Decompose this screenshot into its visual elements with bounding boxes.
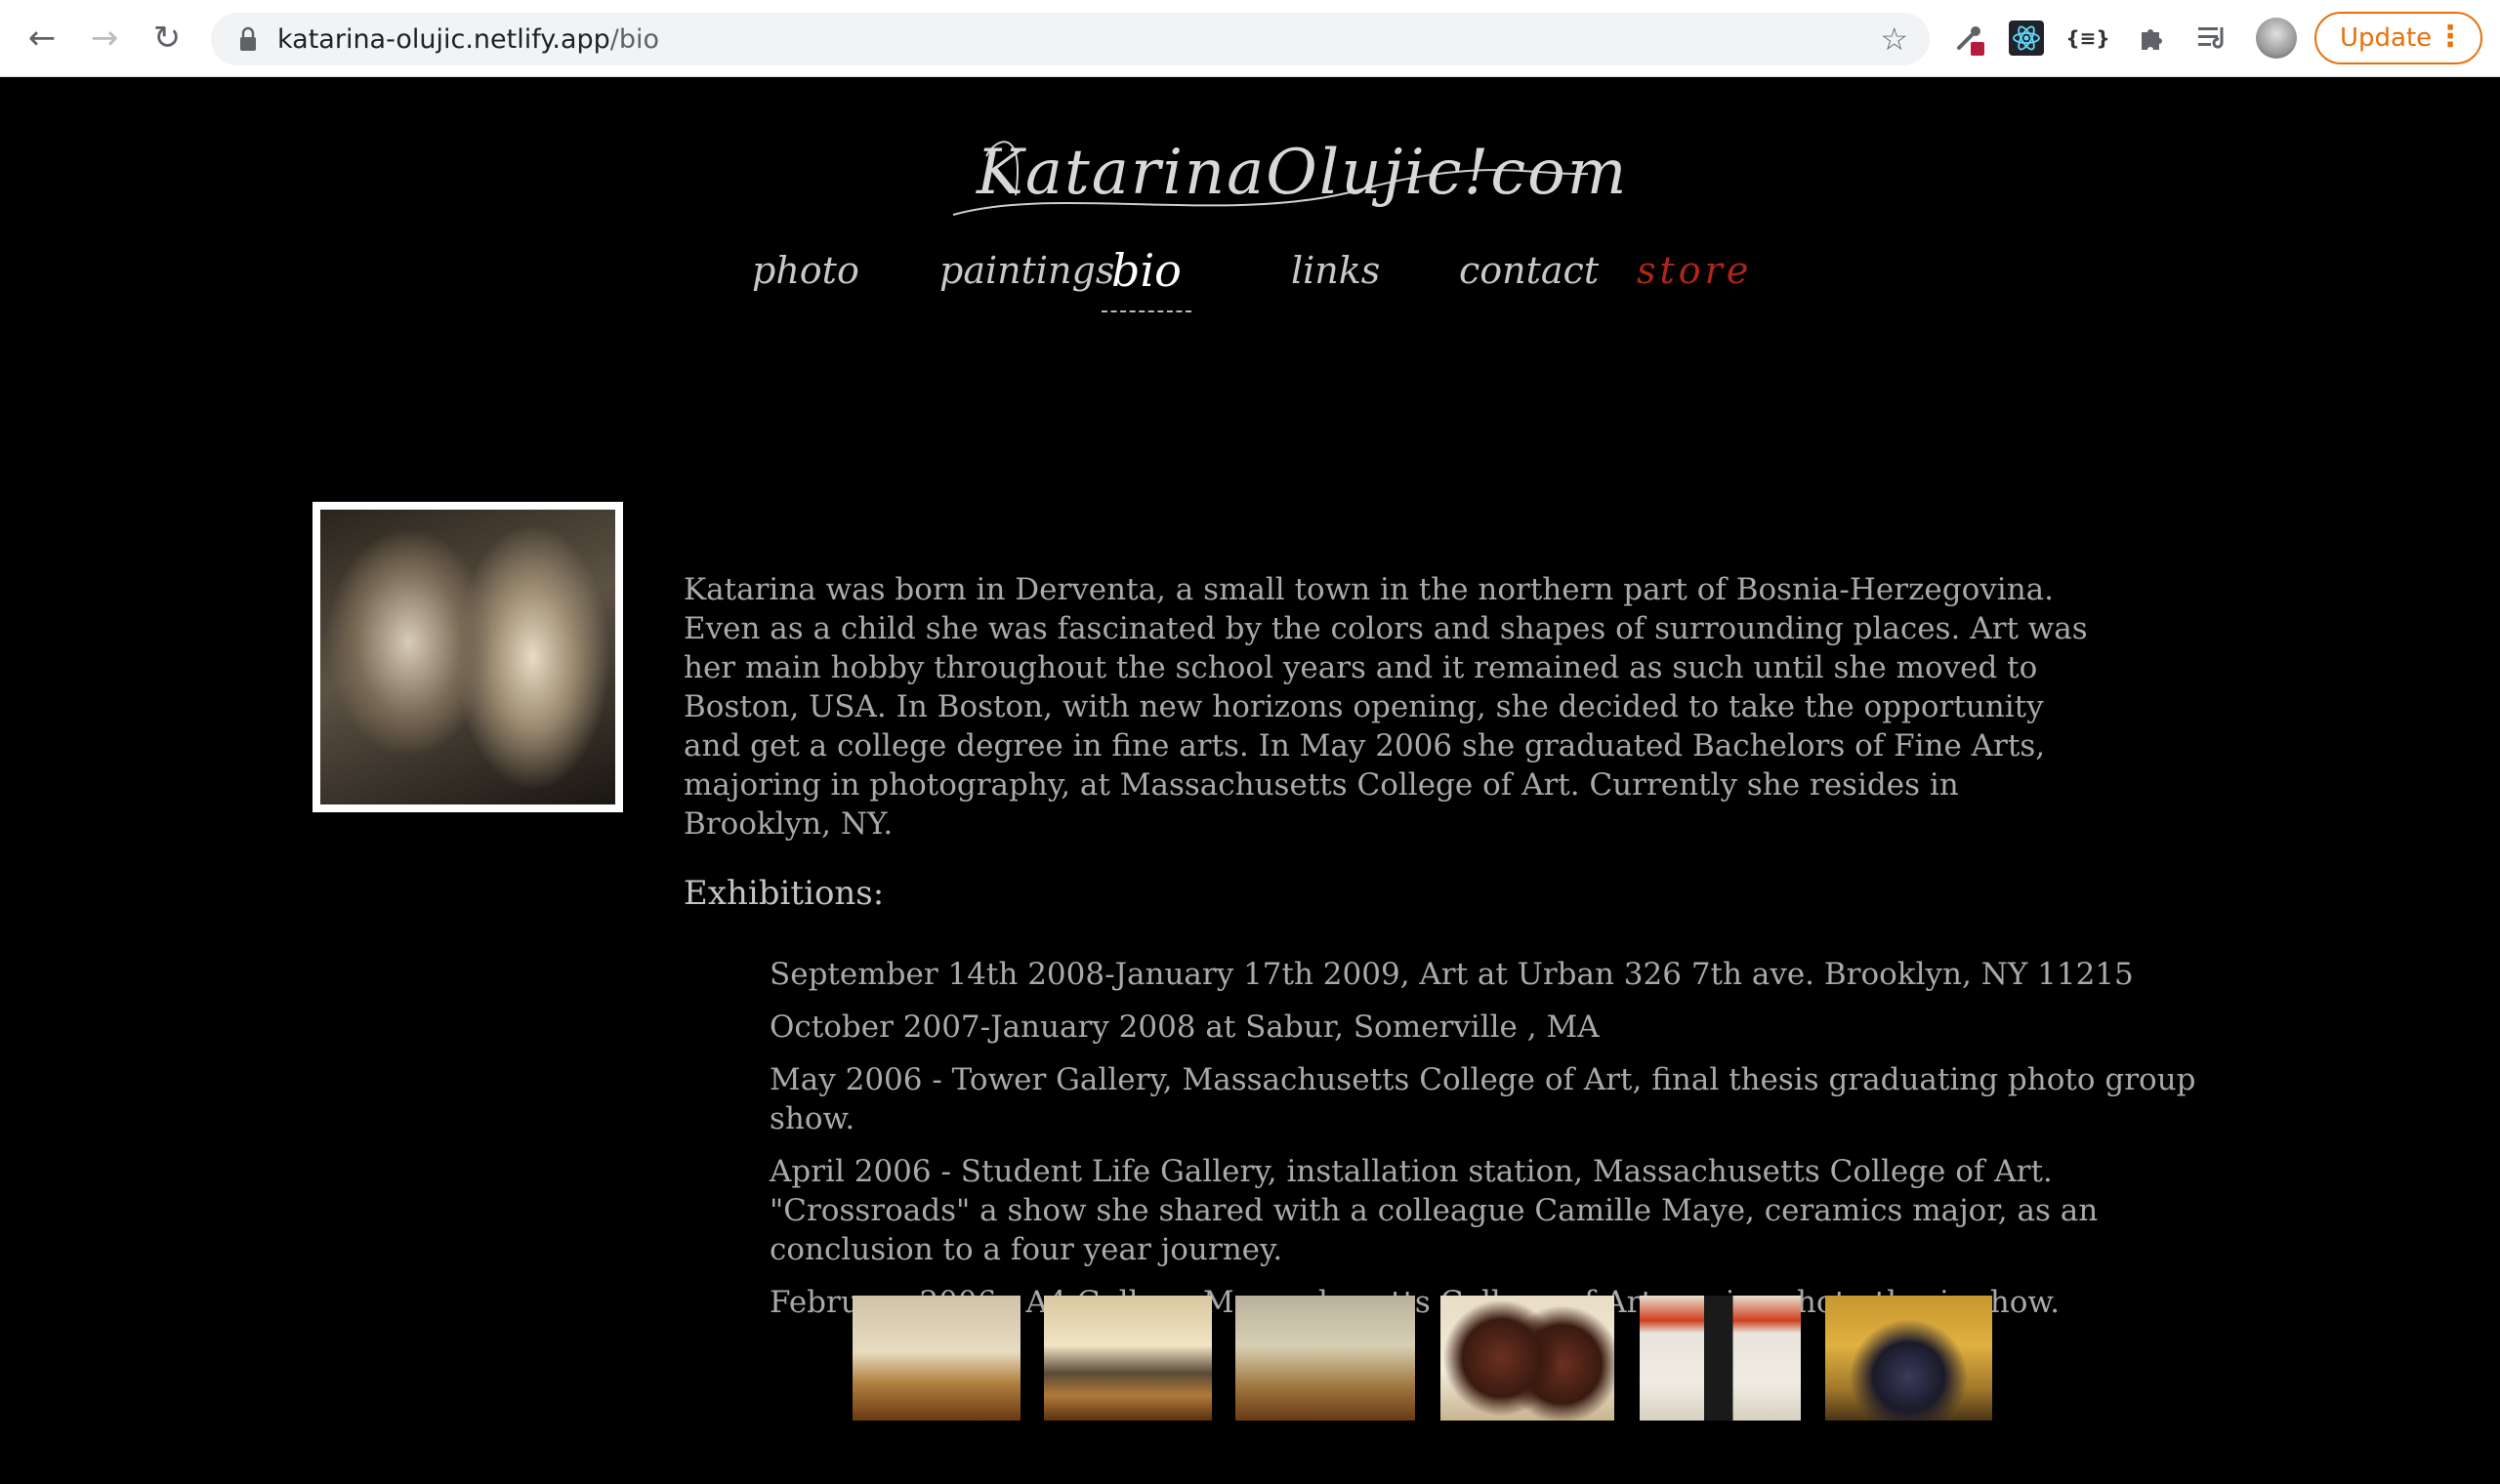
gallery-thumbnail-6[interactable] xyxy=(1825,1296,1992,1421)
reading-list-icon[interactable] xyxy=(2192,18,2233,59)
portrait-photo xyxy=(320,510,615,804)
json-viewer-icon[interactable]: {≡} xyxy=(2065,18,2109,59)
gallery-thumbnail-3[interactable] xyxy=(1235,1296,1415,1421)
exhibition-item: April 2006 - Student Life Gallery, insta… xyxy=(770,1154,2099,1267)
site-logo[interactable]: KatarinaOlujic!com xyxy=(938,98,1629,244)
exhibitions-list: September 14th 2008-January 17th 2009, A… xyxy=(770,955,2244,1336)
nav-links[interactable]: links xyxy=(1291,249,1380,317)
update-button[interactable]: Update ⋮ xyxy=(2314,12,2482,64)
eyedropper-extension-icon[interactable] xyxy=(1948,18,1989,59)
profile-avatar[interactable] xyxy=(2256,18,2297,59)
bio-paragraph: Katarina was born in Derventa, a small t… xyxy=(684,572,2088,842)
gallery-thumbnail-2[interactable] xyxy=(1044,1296,1212,1421)
react-devtools-icon[interactable] xyxy=(2006,18,2047,59)
exhibition-item: September 14th 2008-January 17th 2009, A… xyxy=(770,957,2134,992)
nav-store[interactable]: store xyxy=(1637,249,1752,317)
puzzle-icon[interactable] xyxy=(2131,18,2172,59)
nav-contact[interactable]: contact xyxy=(1459,249,1599,317)
exhibition-item: May 2006 - Tower Gallery, Massachusetts … xyxy=(770,1062,2196,1136)
gallery-thumbnail-1[interactable] xyxy=(853,1296,1021,1421)
gallery-thumbnail-5[interactable] xyxy=(1640,1296,1801,1421)
exhibitions-heading: Exhibitions: xyxy=(684,874,885,913)
active-underline xyxy=(1102,310,1191,312)
nav-bio-label: bio xyxy=(1111,244,1182,297)
bookmark-star-icon[interactable]: ☆ xyxy=(1880,21,1908,58)
reload-icon[interactable]: ↻ xyxy=(143,14,191,62)
forward-arrow-icon[interactable]: → xyxy=(80,14,129,62)
menu-dots-icon[interactable]: ⋮ xyxy=(2436,20,2465,54)
logo-text: KatarinaOlujic!com xyxy=(977,137,1629,209)
address-bar[interactable]: katarina-olujic.netlify.app/bio ☆ xyxy=(211,13,1930,65)
update-button-label: Update xyxy=(2340,23,2433,53)
exhibition-item: October 2007-January 2008 at Sabur, Some… xyxy=(770,1010,1600,1045)
url-text[interactable]: katarina-olujic.netlify.app/bio xyxy=(277,24,659,55)
browser-toolbar: ← → ↻ katarina-olujic.netlify.app/bio ☆ … xyxy=(0,0,2500,77)
gallery-thumbnail-4[interactable] xyxy=(1440,1296,1614,1421)
url-host: katarina-olujic.netlify.app xyxy=(277,24,610,55)
back-arrow-icon[interactable]: ← xyxy=(18,14,66,62)
nav-photo[interactable]: photo xyxy=(752,249,859,317)
lock-icon[interactable] xyxy=(238,26,258,52)
nav-paintings[interactable]: paintings xyxy=(939,249,1114,317)
url-path: /bio xyxy=(609,24,660,55)
nav-bio[interactable]: bio xyxy=(1102,244,1191,312)
artist-portrait xyxy=(312,502,623,812)
